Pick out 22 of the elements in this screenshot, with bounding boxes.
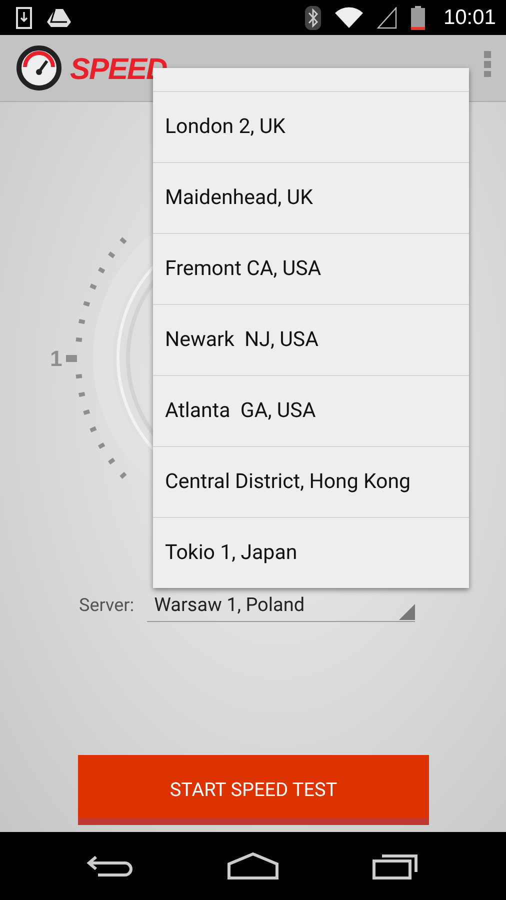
gauge-label: 1 [50,346,62,371]
server-option[interactable]: London 2, UK [153,91,469,162]
server-label: Server: [79,594,134,616]
server-option[interactable]: Fremont CA, USA [153,233,469,304]
server-option[interactable]: Tokio 1, Japan [153,517,469,588]
drive-icon [46,8,72,28]
server-option[interactable]: Central District, Hong Kong [153,446,469,517]
dropdown-corner-icon [399,604,416,620]
server-option[interactable]: Atlanta GA, USA [153,375,469,446]
download-icon [16,6,32,28]
recent-apps-icon[interactable] [372,852,420,880]
speedometer-icon [16,45,62,91]
home-icon[interactable] [226,852,279,880]
battery-icon [411,6,426,30]
start-speed-test-button[interactable]: START SPEED TEST [78,755,429,825]
server-option[interactable]: Newark NJ, USA [153,304,469,375]
wifi-icon [335,6,364,28]
server-option[interactable]: Maidenhead, UK [153,162,469,233]
back-icon[interactable] [86,853,134,879]
bluetooth-icon [305,6,322,30]
signal-icon [377,6,398,28]
status-time: 10:01 [443,6,496,30]
